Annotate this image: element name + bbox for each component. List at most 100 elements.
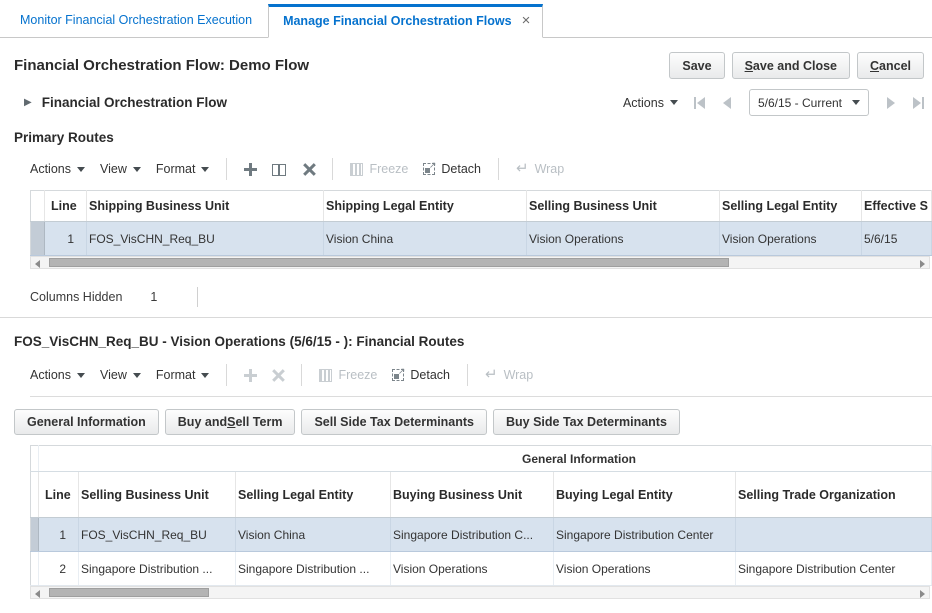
cell-line: 1 <box>45 222 87 256</box>
row-selector[interactable] <box>31 518 39 552</box>
column-header[interactable]: Line <box>45 191 87 222</box>
close-icon[interactable]: × <box>522 16 531 26</box>
row-selector-header <box>31 472 39 518</box>
horizontal-scrollbar <box>30 256 930 269</box>
header-actions: Save Save and Close Cancel <box>669 52 924 79</box>
cell-selling-legal-entity: Vision China <box>236 518 391 552</box>
tab-manage-financial-orchestration-flows[interactable]: Manage Financial Orchestration Flows × <box>268 4 543 38</box>
expand-triangle-icon[interactable]: ▶ <box>24 97 32 108</box>
previous-version-button[interactable] <box>723 97 731 109</box>
cell-line: 1 <box>39 518 79 552</box>
table-row[interactable]: 2 Singapore Distribution ... Singapore D… <box>31 552 932 586</box>
cell-selling-business-unit: FOS_VisCHN_Req_BU <box>79 518 236 552</box>
version-navigation: 5/6/15 - Current <box>694 89 924 116</box>
table-header-row: Line Selling Business Unit Selling Legal… <box>31 472 932 518</box>
cell-shipping-business-unit: FOS_VisCHN_Req_BU <box>87 222 324 256</box>
add-row-icon[interactable] <box>244 163 257 176</box>
scroll-right-icon[interactable] <box>920 260 925 268</box>
table-row[interactable]: 1 FOS_VisCHN_Req_BU Vision China Vision … <box>31 222 932 256</box>
cancel-button[interactable]: Cancel <box>857 52 924 79</box>
column-header[interactable]: Shipping Legal Entity <box>324 191 527 222</box>
chevron-down-icon <box>201 167 209 172</box>
cell-selling-legal-entity: Vision Operations <box>720 222 862 256</box>
save-button[interactable]: Save <box>669 52 724 79</box>
general-information-button[interactable]: General Information <box>14 409 159 435</box>
actions-menu[interactable]: Actions <box>30 368 85 382</box>
freeze-icon <box>319 369 332 382</box>
column-header[interactable]: Buying Legal Entity <box>554 472 736 518</box>
detach-button[interactable]: Detach <box>392 368 450 382</box>
row-selector[interactable] <box>31 552 39 586</box>
freeze-button: Freeze <box>350 162 408 176</box>
chevron-down-icon <box>201 373 209 378</box>
columns-hidden-row: Columns Hidden 1 <box>0 277 932 318</box>
scroll-left-icon[interactable] <box>35 260 40 268</box>
format-menu[interactable]: Format <box>156 162 210 176</box>
cell-selling-trade-organization <box>736 518 932 552</box>
flow-actions-menu[interactable]: Actions <box>623 96 678 110</box>
column-header[interactable]: Selling Legal Entity <box>720 191 862 222</box>
wrap-icon: ↵ <box>516 164 529 174</box>
freeze-button: Freeze <box>319 368 377 382</box>
cell-shipping-legal-entity: Vision China <box>324 222 527 256</box>
chevron-down-icon <box>133 373 141 378</box>
flow-section-header: ▶ Financial Orchestration Flow Actions 5… <box>0 87 932 126</box>
view-menu[interactable]: View <box>100 162 141 176</box>
cell-selling-business-unit: Singapore Distribution ... <box>79 552 236 586</box>
toolbar-separator <box>332 158 333 180</box>
column-header[interactable]: Selling Trade Organization <box>736 472 932 518</box>
cell-line: 2 <box>39 552 79 586</box>
format-menu[interactable]: Format <box>156 368 210 382</box>
scrollbar-thumb[interactable] <box>49 588 209 597</box>
save-and-close-button[interactable]: Save and Close <box>732 52 850 79</box>
tab-label: Manage Financial Orchestration Flows <box>283 14 512 28</box>
column-header[interactable]: Line <box>39 472 79 518</box>
scroll-left-icon[interactable] <box>35 590 40 598</box>
add-row-icon <box>244 369 257 382</box>
column-header[interactable]: Selling Business Unit <box>527 191 720 222</box>
page-title: Financial Orchestration Flow: Demo Flow <box>14 57 309 74</box>
version-select[interactable]: 5/6/15 - Current <box>749 89 869 116</box>
column-header[interactable]: Selling Legal Entity <box>236 472 391 518</box>
cell-effective-start: 5/6/15 <box>862 222 932 256</box>
cell-selling-business-unit: Vision Operations <box>527 222 720 256</box>
detach-icon <box>423 163 435 175</box>
group-header: General Information <box>39 446 932 472</box>
financial-routes-title: FOS_VisCHN_Req_BU - Vision Operations (5… <box>14 334 918 349</box>
primary-routes-title: Primary Routes <box>14 130 918 145</box>
column-header[interactable]: Shipping Business Unit <box>87 191 324 222</box>
first-version-button[interactable] <box>694 97 705 109</box>
duplicate-icon[interactable] <box>272 163 288 176</box>
view-menu[interactable]: View <box>100 368 141 382</box>
delete-icon[interactable] <box>303 163 315 175</box>
financial-routes-toolbar: Actions View Format Freeze Detach ↵Wrap <box>30 351 932 397</box>
cell-buying-legal-entity: Singapore Distribution Center <box>554 518 736 552</box>
last-version-button[interactable] <box>913 97 924 109</box>
tab-monitor-financial-orchestration-execution[interactable]: Monitor Financial Orchestration Executio… <box>4 13 268 37</box>
sell-side-tax-determinants-button[interactable]: Sell Side Tax Determinants <box>301 409 487 435</box>
cell-selling-trade-organization: Singapore Distribution Center <box>736 552 932 586</box>
column-header[interactable]: Buying Business Unit <box>391 472 554 518</box>
buy-side-tax-determinants-button[interactable]: Buy Side Tax Determinants <box>493 409 680 435</box>
table-row[interactable]: 1 FOS_VisCHN_Req_BU Vision China Singapo… <box>31 518 932 552</box>
page-header: Financial Orchestration Flow: Demo Flow … <box>0 38 932 87</box>
column-header[interactable]: Effective S <box>862 191 932 222</box>
chevron-down-icon <box>852 100 860 105</box>
scrollbar-thumb[interactable] <box>49 258 729 267</box>
buy-and-sell-term-button[interactable]: Buy and Sell Term <box>165 409 296 435</box>
row-selector-header <box>31 191 45 222</box>
scroll-right-icon[interactable] <box>920 590 925 598</box>
cell-selling-legal-entity: Singapore Distribution ... <box>236 552 391 586</box>
next-version-button[interactable] <box>887 97 895 109</box>
freeze-icon <box>350 163 363 176</box>
row-selector[interactable] <box>31 222 45 256</box>
flow-section-title: Financial Orchestration Flow <box>42 95 227 110</box>
toolbar-separator <box>467 364 468 386</box>
column-header[interactable]: Selling Business Unit <box>79 472 236 518</box>
columns-hidden-label: Columns Hidden <box>30 290 122 304</box>
toolbar-separator <box>226 158 227 180</box>
separator <box>197 287 198 307</box>
detach-button[interactable]: Detach <box>423 162 481 176</box>
chevron-down-icon <box>133 167 141 172</box>
actions-menu[interactable]: Actions <box>30 162 85 176</box>
